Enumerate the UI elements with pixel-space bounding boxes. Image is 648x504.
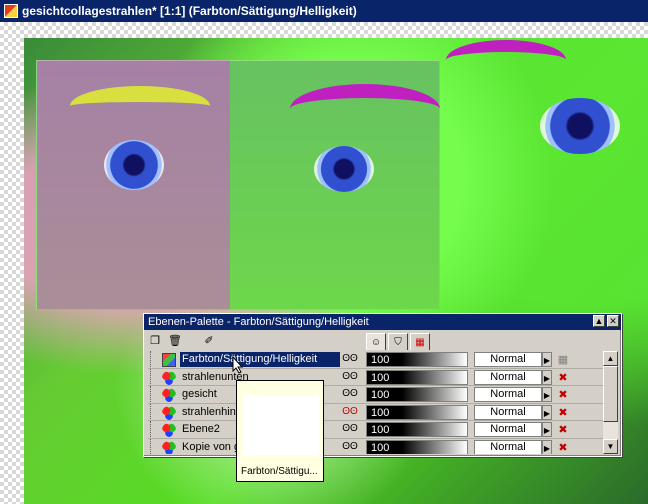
lock-icon[interactable]: ▦ (556, 353, 570, 366)
scroll-up-icon[interactable]: ▲ (603, 351, 618, 366)
window-titlebar: gesichtcollagestrahlen* [1:1] (Farbton/S… (0, 0, 648, 22)
blend-mode-arrow-icon[interactable]: ▶ (542, 387, 552, 402)
lock-icon[interactable]: ✖ (556, 441, 570, 454)
opacity-slider[interactable]: 100 (366, 422, 468, 437)
raster-layer-icon (162, 440, 176, 454)
blend-mode-select[interactable]: Normal (474, 422, 542, 437)
blend-mode-select[interactable]: Normal (474, 387, 542, 402)
palette-close-button[interactable]: ✕ (607, 315, 619, 327)
tooltip-thumbnail (243, 395, 319, 455)
opacity-slider[interactable]: 100 (366, 352, 468, 367)
layer-row[interactable]: Kopie von gesi ʘʘ 100 Normal ▶ ✖ (148, 438, 604, 454)
opacity-slider[interactable]: 100 (366, 369, 468, 385)
blend-mode-arrow-icon[interactable]: ▶ (542, 352, 552, 367)
opacity-slider[interactable]: 100 (366, 439, 468, 454)
layer-properties-icon[interactable]: ✐ (202, 333, 216, 347)
visibility-glasses-icon[interactable]: ʘʘ (342, 423, 358, 434)
layer-row[interactable]: strahlenhinten ʘʘ 100 Normal ▶ ✖ (148, 403, 604, 421)
scroll-down-icon[interactable]: ▼ (603, 439, 618, 454)
blend-mode-select[interactable]: Normal (474, 369, 542, 385)
window-title: gesichtcollagestrahlen* [1:1] (Farbton/S… (22, 4, 357, 18)
blend-mode-select[interactable]: Normal (474, 352, 542, 367)
blend-mode-arrow-icon[interactable]: ▶ (542, 422, 552, 437)
blend-mode-select[interactable]: Normal (474, 404, 542, 420)
eye-left (104, 140, 164, 190)
layer-row[interactable]: gesicht ʘʘ 100 Normal ▶ ✖ (148, 386, 604, 404)
visibility-glasses-icon[interactable]: ʘʘ (342, 371, 358, 382)
eye-right (540, 98, 620, 154)
layer-row[interactable]: strahlenunten ʘʘ 100 Normal ▶ ✖ (148, 368, 604, 386)
palette-title: Ebenen-Palette - Farbton/Sättigung/Helli… (148, 316, 369, 328)
eye-center (314, 146, 374, 192)
lock-icon[interactable]: ✖ (556, 406, 570, 419)
visibility-off-icon[interactable]: ʘʘ (342, 406, 358, 417)
palette-titlebar[interactable]: Ebenen-Palette - Farbton/Sättigung/Helli… (144, 314, 621, 330)
layer-thumbnail-tooltip: Farbton/Sättigu... (236, 380, 324, 482)
lock-icon[interactable]: ✖ (556, 388, 570, 401)
blend-mode-arrow-icon[interactable]: ▶ (542, 369, 552, 385)
adjustment-layer-icon (162, 353, 176, 367)
lock-icon[interactable]: ✖ (556, 423, 570, 436)
opacity-slider[interactable]: 100 (366, 404, 468, 420)
layer-list-scrollbar[interactable]: ▲ ▼ (603, 351, 618, 454)
layer-row[interactable]: Ebene2 ʘʘ 100 Normal ▶ ✖ (148, 421, 604, 439)
layers-tab-icon[interactable]: ☺ (366, 333, 386, 350)
palette-rollup-button[interactable]: ▲ (593, 315, 605, 327)
scroll-thumb[interactable] (603, 366, 618, 422)
layer-row[interactable]: Farbton/Sättigung/Helligkeit ʘʘ 100 Norm… (148, 351, 604, 369)
visibility-glasses-icon[interactable]: ʘʘ (342, 388, 358, 399)
layer-name[interactable]: Farbton/Sättigung/Helligkeit (180, 352, 340, 367)
mask-tab-icon[interactable]: ⛉ (388, 333, 408, 350)
blend-mode-arrow-icon[interactable]: ▶ (542, 439, 552, 454)
delete-layer-icon[interactable]: 🗑 (168, 333, 182, 347)
blend-mode-select[interactable]: Normal (474, 439, 542, 454)
eyebrow-magenta (290, 84, 440, 134)
blend-mode-arrow-icon[interactable]: ▶ (542, 404, 552, 420)
visibility-glasses-icon[interactable]: ʘʘ (342, 441, 358, 452)
lock-icon[interactable]: ✖ (556, 371, 570, 384)
tooltip-label: Farbton/Sättigu... (241, 466, 318, 477)
layers-palette[interactable]: Ebenen-Palette - Farbton/Sättigung/Helli… (143, 313, 622, 457)
app-icon (4, 4, 18, 18)
new-layer-icon[interactable]: ❐ (148, 333, 162, 347)
eyebrow-magenta-right (446, 40, 566, 80)
layer-list[interactable]: Farbton/Sättigung/Helligkeit ʘʘ 100 Norm… (148, 351, 604, 454)
raster-layer-icon (162, 423, 176, 437)
raster-layer-icon (162, 370, 176, 385)
mouse-cursor-icon (232, 356, 244, 374)
visibility-glasses-icon[interactable]: ʘʘ (342, 353, 358, 364)
raster-layer-icon (162, 405, 176, 420)
opacity-slider[interactable]: 100 (366, 387, 468, 402)
channels-tab-icon[interactable]: ▦ (410, 333, 430, 350)
raster-layer-icon (162, 388, 176, 402)
eyebrow-yellow (70, 86, 210, 126)
